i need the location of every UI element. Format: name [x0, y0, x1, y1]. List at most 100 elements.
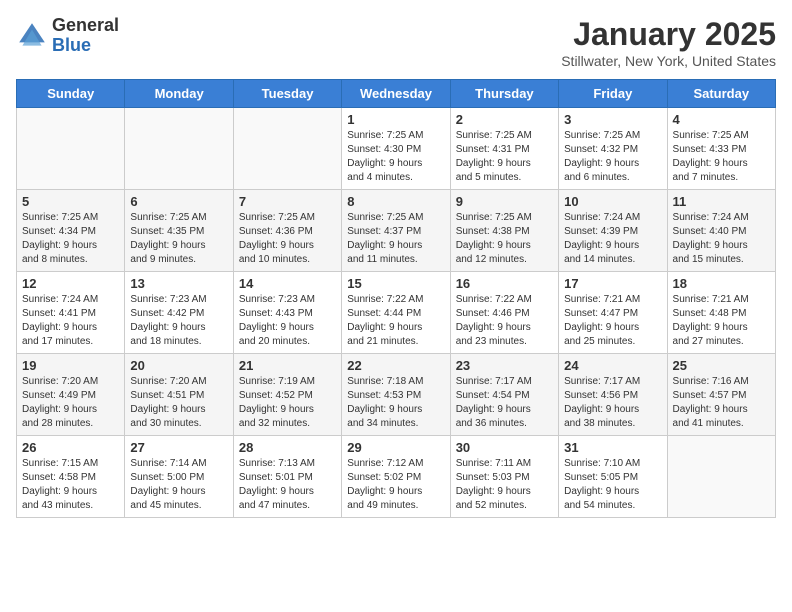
day-number: 24: [564, 358, 661, 373]
calendar-cell: 16 Sunrise: 7:22 AM Sunset: 4:46 PM Dayli…: [450, 272, 558, 354]
calendar-cell: 25Sunrise: 7:16 AM Sunset: 4:57 PM Dayli…: [667, 354, 775, 436]
calendar-cell: 30 Sunrise: 7:11 AM Sunset: 5:03 PM Dayli…: [450, 436, 558, 518]
day-info: Sunrise: 7:14 AM Sunset: 5:00 PM Dayligh…: [130, 457, 227, 513]
calendar-cell: 8 Sunrise: 7:25 AM Sunset: 4:37 PM Daylig…: [342, 190, 450, 272]
day-number: 15: [347, 276, 444, 291]
header-day-friday: Friday: [559, 80, 667, 108]
day-info: Sunrise: 7:24 AM Sunset: 4:41 PM Dayligh…: [22, 293, 119, 349]
calendar-cell: 23 Sunrise: 7:17 AM Sunset: 4:54 PM Dayli…: [450, 354, 558, 436]
calendar-cell: [17, 108, 125, 190]
calendar-cell: 17 Sunrise: 7:21 AM Sunset: 4:47 PM Dayli…: [559, 272, 667, 354]
day-number: 30: [456, 440, 553, 455]
day-info: Sunrise: 7:25 AM Sunset: 4:30 PM Dayligh…: [347, 129, 444, 185]
day-info: Sunrise: 7:25 AM Sunset: 4:38 PM Dayligh…: [456, 211, 553, 267]
day-number: 10: [564, 194, 661, 209]
calendar-cell: 15 Sunrise: 7:22 AM Sunset: 4:44 PM Dayli…: [342, 272, 450, 354]
logo: General Blue: [16, 16, 119, 56]
calendar-cell: 7 Sunrise: 7:25 AM Sunset: 4:36 PM Daylig…: [233, 190, 341, 272]
day-number: 26: [22, 440, 119, 455]
calendar-cell: 18 Sunrise: 7:21 AM Sunset: 4:48 PM Dayli…: [667, 272, 775, 354]
logo-general: General: [52, 16, 119, 36]
day-info: Sunrise: 7:24 AM Sunset: 4:39 PM Dayligh…: [564, 211, 661, 267]
day-info: Sunrise: 7:25 AM Sunset: 4:37 PM Dayligh…: [347, 211, 444, 267]
day-info: Sunrise: 7:10 AM Sunset: 5:05 PM Dayligh…: [564, 457, 661, 513]
calendar-cell: 5 Sunrise: 7:25 AM Sunset: 4:34 PM Daylig…: [17, 190, 125, 272]
calendar-cell: 6 Sunrise: 7:25 AM Sunset: 4:35 PM Daylig…: [125, 190, 233, 272]
day-info: Sunrise: 7:25 AM Sunset: 4:32 PM Dayligh…: [564, 129, 661, 185]
day-number: 7: [239, 194, 336, 209]
day-number: 1: [347, 112, 444, 127]
calendar-cell: 14 Sunrise: 7:23 AM Sunset: 4:43 PM Dayli…: [233, 272, 341, 354]
day-info: Sunrise: 7:11 AM Sunset: 5:03 PM Dayligh…: [456, 457, 553, 513]
day-info: Sunrise: 7:22 AM Sunset: 4:44 PM Dayligh…: [347, 293, 444, 349]
day-number: 29: [347, 440, 444, 455]
day-number: 9: [456, 194, 553, 209]
header-day-monday: Monday: [125, 80, 233, 108]
header-day-saturday: Saturday: [667, 80, 775, 108]
day-number: 13: [130, 276, 227, 291]
day-number: 16: [456, 276, 553, 291]
day-info: Sunrise: 7:25 AM Sunset: 4:34 PM Dayligh…: [22, 211, 119, 267]
day-number: 17: [564, 276, 661, 291]
header-day-wednesday: Wednesday: [342, 80, 450, 108]
calendar-cell: 26 Sunrise: 7:15 AM Sunset: 4:58 PM Dayli…: [17, 436, 125, 518]
day-info: Sunrise: 7:20 AM Sunset: 4:51 PM Dayligh…: [130, 375, 227, 431]
day-info: Sunrise: 7:16 AM Sunset: 4:57 PM Dayligh…: [673, 375, 770, 431]
day-info: Sunrise: 7:15 AM Sunset: 4:58 PM Dayligh…: [22, 457, 119, 513]
day-number: 8: [347, 194, 444, 209]
day-number: 31: [564, 440, 661, 455]
day-number: 12: [22, 276, 119, 291]
page-header: General Blue January 2025 Stillwater, Ne…: [16, 16, 776, 69]
calendar-cell: 9 Sunrise: 7:25 AM Sunset: 4:38 PM Daylig…: [450, 190, 558, 272]
day-number: 4: [673, 112, 770, 127]
header-day-thursday: Thursday: [450, 80, 558, 108]
day-info: Sunrise: 7:23 AM Sunset: 4:42 PM Dayligh…: [130, 293, 227, 349]
week-row-2: 5 Sunrise: 7:25 AM Sunset: 4:34 PM Daylig…: [17, 190, 776, 272]
day-number: 23: [456, 358, 553, 373]
day-info: Sunrise: 7:25 AM Sunset: 4:36 PM Dayligh…: [239, 211, 336, 267]
header-day-sunday: Sunday: [17, 80, 125, 108]
day-number: 3: [564, 112, 661, 127]
calendar-cell: 10 Sunrise: 7:24 AM Sunset: 4:39 PM Dayli…: [559, 190, 667, 272]
day-info: Sunrise: 7:25 AM Sunset: 4:35 PM Dayligh…: [130, 211, 227, 267]
month-title: January 2025: [561, 16, 776, 53]
day-info: Sunrise: 7:21 AM Sunset: 4:47 PM Dayligh…: [564, 293, 661, 349]
logo-icon: [16, 20, 48, 52]
calendar-cell: 22 Sunrise: 7:18 AM Sunset: 4:53 PM Dayli…: [342, 354, 450, 436]
calendar-cell: 3 Sunrise: 7:25 AM Sunset: 4:32 PM Daylig…: [559, 108, 667, 190]
day-number: 5: [22, 194, 119, 209]
calendar-cell: 12 Sunrise: 7:24 AM Sunset: 4:41 PM Dayli…: [17, 272, 125, 354]
day-info: Sunrise: 7:25 AM Sunset: 4:31 PM Dayligh…: [456, 129, 553, 185]
day-number: 20: [130, 358, 227, 373]
header-row: SundayMondayTuesdayWednesdayThursdayFrid…: [17, 80, 776, 108]
calendar-cell: 21 Sunrise: 7:19 AM Sunset: 4:52 PM Dayli…: [233, 354, 341, 436]
day-info: Sunrise: 7:17 AM Sunset: 4:54 PM Dayligh…: [456, 375, 553, 431]
day-number: 21: [239, 358, 336, 373]
day-info: Sunrise: 7:22 AM Sunset: 4:46 PM Dayligh…: [456, 293, 553, 349]
calendar-cell: 27Sunrise: 7:14 AM Sunset: 5:00 PM Dayli…: [125, 436, 233, 518]
day-info: Sunrise: 7:23 AM Sunset: 4:43 PM Dayligh…: [239, 293, 336, 349]
calendar-header: SundayMondayTuesdayWednesdayThursdayFrid…: [17, 80, 776, 108]
calendar-cell: 13 Sunrise: 7:23 AM Sunset: 4:42 PM Dayli…: [125, 272, 233, 354]
day-number: 14: [239, 276, 336, 291]
calendar-cell: 19 Sunrise: 7:20 AM Sunset: 4:49 PM Dayli…: [17, 354, 125, 436]
day-info: Sunrise: 7:17 AM Sunset: 4:56 PM Dayligh…: [564, 375, 661, 431]
header-day-tuesday: Tuesday: [233, 80, 341, 108]
day-number: 28: [239, 440, 336, 455]
week-row-4: 19 Sunrise: 7:20 AM Sunset: 4:49 PM Dayli…: [17, 354, 776, 436]
day-number: 18: [673, 276, 770, 291]
day-number: 19: [22, 358, 119, 373]
day-number: 6: [130, 194, 227, 209]
calendar-cell: 24 Sunrise: 7:17 AM Sunset: 4:56 PM Dayli…: [559, 354, 667, 436]
day-info: Sunrise: 7:18 AM Sunset: 4:53 PM Dayligh…: [347, 375, 444, 431]
week-row-1: 1 Sunrise: 7:25 AM Sunset: 4:30 PM Daylig…: [17, 108, 776, 190]
day-info: Sunrise: 7:20 AM Sunset: 4:49 PM Dayligh…: [22, 375, 119, 431]
day-info: Sunrise: 7:12 AM Sunset: 5:02 PM Dayligh…: [347, 457, 444, 513]
calendar-body: 1 Sunrise: 7:25 AM Sunset: 4:30 PM Daylig…: [17, 108, 776, 518]
week-row-3: 12 Sunrise: 7:24 AM Sunset: 4:41 PM Dayli…: [17, 272, 776, 354]
day-info: Sunrise: 7:19 AM Sunset: 4:52 PM Dayligh…: [239, 375, 336, 431]
calendar-cell: 20 Sunrise: 7:20 AM Sunset: 4:51 PM Dayli…: [125, 354, 233, 436]
day-number: 22: [347, 358, 444, 373]
logo-blue: Blue: [52, 36, 119, 56]
day-info: Sunrise: 7:21 AM Sunset: 4:48 PM Dayligh…: [673, 293, 770, 349]
